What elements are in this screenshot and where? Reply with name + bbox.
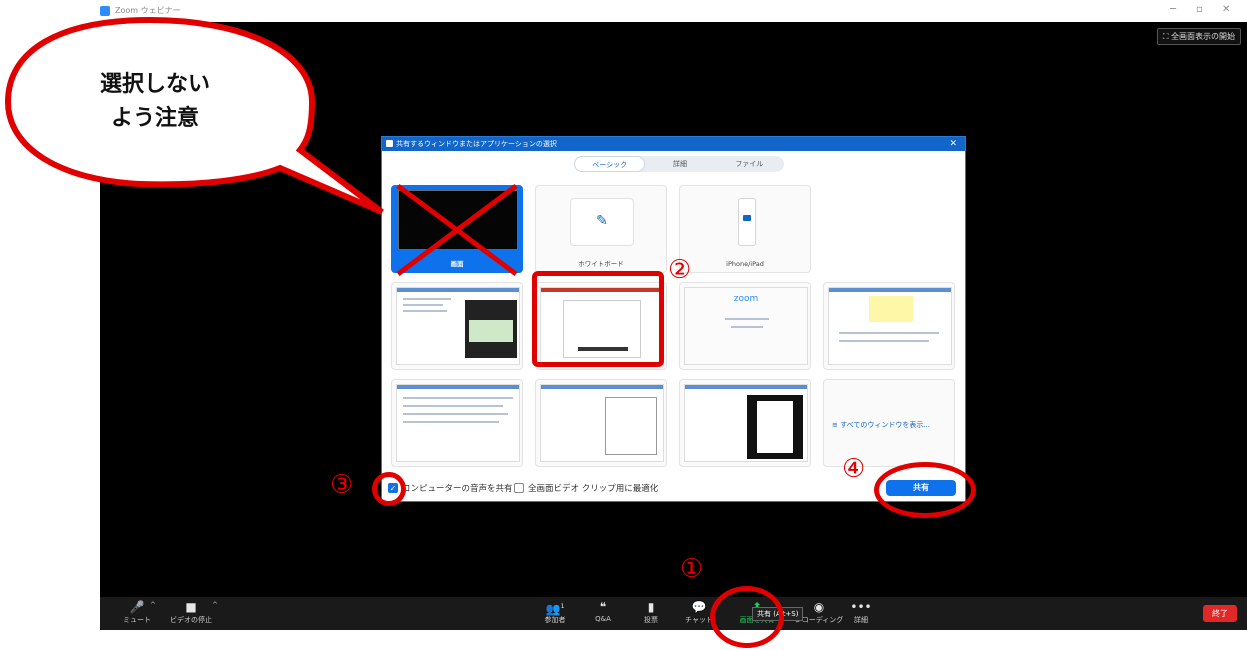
callout-line-2: よう注意 xyxy=(110,106,199,131)
minimize-button[interactable]: ─ xyxy=(1170,4,1176,15)
mute-button[interactable]: 🎤 ミュート xyxy=(108,599,166,625)
participants-count: 1 xyxy=(560,603,565,610)
window-preview xyxy=(396,287,520,365)
screenshot: Zoom ウェビナー ─ ▫ ✕ ⛶ 全画面表示の開始 🎤 ミュート ^ ■ ビ… xyxy=(0,0,1247,650)
step-4-number: ④ xyxy=(842,454,866,484)
video-options-caret[interactable]: ^ xyxy=(212,601,218,609)
whiteboard-tile: ✎ xyxy=(570,198,634,246)
tab-files[interactable]: ファイル xyxy=(715,156,784,172)
whiteboard-label: ホワイトボード xyxy=(578,260,624,268)
window-preview-bar xyxy=(541,385,663,389)
optimize-video-option[interactable]: 全画面ビデオ クリップ用に最適化 xyxy=(514,482,658,494)
highlight-share-screen-button xyxy=(710,586,784,648)
tab-advanced[interactable]: 詳細 xyxy=(645,156,714,172)
iphone-label: iPhone/iPad xyxy=(726,260,764,268)
preview-line xyxy=(403,310,447,312)
step-2-number: ② xyxy=(668,255,692,285)
chat-label: チャット xyxy=(685,616,713,624)
stop-video-label: ビデオの停止 xyxy=(170,616,212,624)
window-thumbnail-5[interactable] xyxy=(391,379,523,467)
preview-line xyxy=(403,405,503,407)
callout-text: 選択しない よう注意 xyxy=(60,68,250,136)
step-1-number: ① xyxy=(680,554,704,584)
tab-basic[interactable]: ベーシック xyxy=(574,156,646,172)
dialog-close-icon[interactable]: ✕ xyxy=(949,137,957,151)
show-all-windows-link[interactable]: ≡ すべてのウィンドウを表示... xyxy=(832,420,930,430)
window-preview: zoom xyxy=(684,287,808,365)
airplay-icon xyxy=(743,215,751,221)
preview-grid xyxy=(605,397,657,455)
highlight-audio-checkbox xyxy=(372,472,406,506)
window-thumbnail-6[interactable] xyxy=(535,379,667,467)
end-button[interactable]: 終了 xyxy=(1203,605,1237,622)
mute-label: ミュート xyxy=(123,616,151,624)
share-option-iphone[interactable]: iPhone/iPad xyxy=(679,185,811,273)
preview-sheet xyxy=(469,320,513,342)
preview-dark-panel xyxy=(465,300,517,358)
share-tabs: ベーシック 詳細 ファイル xyxy=(574,156,784,172)
list-icon: ≡ xyxy=(832,421,841,429)
preview-line xyxy=(403,413,508,415)
window-preview xyxy=(684,384,808,462)
highlight-window-selection xyxy=(532,271,664,367)
fullscreen-icon: ⛶ xyxy=(1162,32,1171,41)
preview-line xyxy=(403,397,513,399)
close-button[interactable]: ✕ xyxy=(1222,4,1230,15)
optimize-video-label: 全画面ビデオ クリップ用に最適化 xyxy=(528,484,659,494)
more-label: 詳細 xyxy=(854,616,868,624)
preview-page xyxy=(757,401,793,453)
window-preview-bar xyxy=(829,288,951,292)
meeting-toolbar: 🎤 ミュート ^ ■ ビデオの停止 ^ 👥1 参加者 ❝ Q&A ▮ 投票 💬 … xyxy=(100,597,1247,630)
preview-line xyxy=(403,421,499,423)
polling-label: 投票 xyxy=(644,616,658,624)
window-thumbnail-4[interactable] xyxy=(823,282,955,370)
microphone-icon: 🎤 xyxy=(129,600,145,614)
callout-line-1: 選択しない xyxy=(99,72,210,97)
window-preview xyxy=(828,287,952,365)
optimize-video-checkbox[interactable] xyxy=(514,483,524,493)
phone-icon xyxy=(738,198,756,246)
step-3-number: ③ xyxy=(330,470,354,500)
restore-button[interactable]: ▫ xyxy=(1196,4,1203,15)
preview-line xyxy=(725,318,769,320)
dialog-header: 共有するウィンドウまたはアプリケーションの選択 ✕ xyxy=(382,137,965,151)
fullscreen-label: 全画面表示の開始 xyxy=(1171,32,1235,41)
window-preview-bar xyxy=(397,288,519,292)
fullscreen-button[interactable]: ⛶ 全画面表示の開始 xyxy=(1156,28,1241,45)
preview-line xyxy=(839,340,929,342)
window-thumbnail-1[interactable] xyxy=(391,282,523,370)
zoom-logo-text: zoom xyxy=(733,294,759,304)
audio-options-caret[interactable]: ^ xyxy=(150,601,156,609)
window-thumbnail-3[interactable]: zoom xyxy=(679,282,811,370)
highlight-share-button xyxy=(874,462,976,518)
more-icon: ••• xyxy=(850,600,872,614)
cross-out-mark xyxy=(396,183,518,277)
share-audio-label: コンピューターの音声を共有 xyxy=(402,484,513,494)
preview-line xyxy=(839,332,939,334)
preview-line xyxy=(403,298,451,300)
dialog-title: 共有するウィンドウまたはアプリケーションの選択 xyxy=(396,140,557,148)
window-preview-bar xyxy=(397,385,519,389)
preview-line xyxy=(731,326,763,328)
window-preview xyxy=(540,384,664,462)
preview-dark-panel xyxy=(747,395,803,459)
preview-note xyxy=(869,296,913,322)
share-audio-option[interactable]: ✓ コンピューターの音声を共有 xyxy=(388,482,513,494)
participants-label: 参加者 xyxy=(544,616,566,624)
qa-label: Q&A xyxy=(595,615,611,623)
pencil-icon: ✎ xyxy=(596,213,608,229)
preview-line xyxy=(403,304,443,306)
window-preview xyxy=(396,384,520,462)
window-thumbnail-7[interactable] xyxy=(679,379,811,467)
window-preview-bar xyxy=(685,385,807,389)
share-option-whiteboard[interactable]: ✎ ホワイトボード xyxy=(535,185,667,273)
more-button[interactable]: ••• 詳細 xyxy=(832,599,890,625)
